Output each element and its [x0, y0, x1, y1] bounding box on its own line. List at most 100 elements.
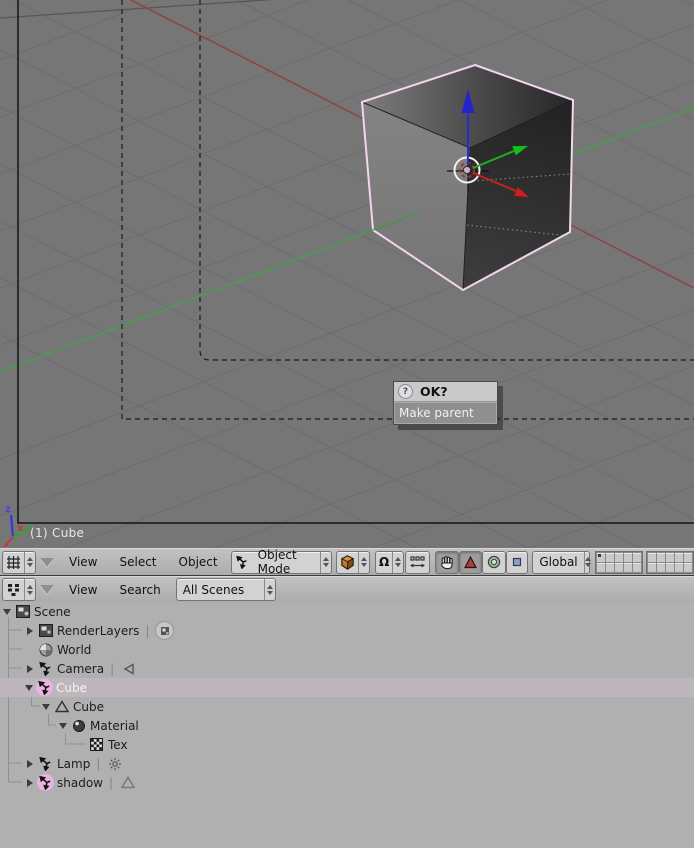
layer-7[interactable]	[656, 552, 665, 562]
layer-11[interactable]	[596, 562, 605, 572]
header-collapse-icon[interactable]	[40, 557, 54, 567]
layer-12[interactable]	[605, 562, 614, 572]
camera-data-icon	[120, 660, 137, 677]
blender-window: z x (1) Cube ? OK? Make parent View Sele…	[0, 0, 694, 848]
layer-18[interactable]	[665, 562, 674, 572]
3d-viewport[interactable]: z x (1) Cube ? OK? Make parent	[0, 0, 694, 548]
outliner-menu-view[interactable]: View	[63, 583, 103, 597]
layer-3[interactable]	[614, 552, 623, 562]
outliner-row-camera[interactable]: Camera |	[0, 659, 694, 678]
manipulator-translate-button[interactable]	[458, 550, 482, 574]
solid-drawtype-icon	[337, 552, 358, 573]
mode-dropdown[interactable]: Object Mode	[230, 548, 332, 576]
mesh-data-icon	[119, 774, 136, 791]
expander-right-icon[interactable]	[27, 778, 33, 787]
expander-right-icon[interactable]	[27, 626, 33, 635]
scenes-dropdown-value: All Scenes	[182, 582, 245, 597]
outliner-row-lamp[interactable]: Lamp |	[0, 754, 694, 773]
layer-2[interactable]	[605, 552, 614, 562]
menu-object[interactable]: Object	[173, 555, 224, 569]
popup-header: ? OK?	[394, 382, 497, 402]
menu-view[interactable]: View	[63, 555, 103, 569]
expander-down-icon[interactable]	[3, 608, 11, 615]
grid-lines	[0, 0, 694, 548]
expander-down-icon[interactable]	[59, 722, 67, 729]
manipulator-toggle-button[interactable]	[434, 550, 459, 574]
texture-icon	[88, 736, 105, 753]
layer-5[interactable]	[632, 552, 641, 562]
outliner-row-tex[interactable]: Tex	[0, 735, 694, 754]
layer-16[interactable]	[647, 562, 656, 572]
render-result-badge	[155, 621, 175, 640]
popup-title: OK?	[420, 384, 448, 399]
make-parent-menu-item[interactable]: Make parent	[394, 402, 497, 424]
layer-14[interactable]	[623, 562, 632, 572]
outliner-panel[interactable]: Scene RenderLayers | World Camera | Cube…	[0, 602, 694, 848]
hand-icon	[436, 552, 458, 573]
layer-buttons-group-2	[645, 550, 694, 574]
layer-10[interactable]	[683, 552, 692, 562]
viewport-status-text: (1) Cube	[30, 526, 85, 540]
scenes-dropdown-spinner[interactable]	[263, 579, 275, 600]
outliner-row-renderlayers[interactable]: RenderLayers |	[0, 621, 694, 640]
menu-select[interactable]: Select	[113, 555, 162, 569]
object-icon	[37, 755, 54, 772]
layer-20[interactable]	[683, 562, 692, 572]
3d-view-editor-icon	[3, 552, 24, 573]
layer-19[interactable]	[674, 562, 683, 572]
row-label: RenderLayers	[57, 623, 140, 638]
editor-type-button[interactable]	[2, 550, 36, 574]
outliner-editor-spinner[interactable]	[24, 579, 35, 600]
outliner-collapse-icon[interactable]	[40, 585, 54, 594]
separator: |	[110, 661, 115, 676]
layer-6[interactable]	[647, 552, 656, 562]
scenes-dropdown[interactable]: All Scenes	[175, 578, 276, 601]
outliner-row-cube-mesh[interactable]: Cube	[0, 697, 694, 716]
separator: |	[108, 775, 114, 790]
row-label: Lamp	[57, 756, 91, 771]
layer-1[interactable]	[596, 552, 605, 562]
layer-9[interactable]	[674, 552, 683, 562]
outliner-row-scene[interactable]: Scene	[0, 602, 694, 621]
outliner-editor-icon	[3, 579, 24, 600]
expander-right-icon[interactable]	[27, 759, 33, 768]
axis-x-label: x	[17, 523, 24, 534]
outliner-menu-search[interactable]: Search	[113, 583, 166, 597]
layer-4[interactable]	[623, 552, 632, 562]
orientation-dropdown[interactable]: Global	[532, 550, 591, 574]
row-label: Cube	[73, 699, 104, 714]
outliner-row-cube[interactable]: Cube	[0, 678, 694, 697]
align-transform-button[interactable]	[405, 550, 431, 574]
outliner-row-shadow[interactable]: shadow |	[0, 773, 694, 792]
layer-17[interactable]	[656, 562, 665, 572]
pivot-median-icon: Ω	[379, 555, 390, 569]
pivot-point-button[interactable]: Ω	[375, 550, 405, 574]
question-icon: ?	[398, 384, 413, 399]
pivot-spinner[interactable]	[392, 551, 403, 573]
row-label: shadow	[57, 775, 103, 790]
axis-z-label: z	[5, 504, 11, 515]
confirm-popup: ? OK? Make parent	[393, 381, 498, 425]
layer-15[interactable]	[632, 562, 641, 572]
orientation-spinner[interactable]	[583, 551, 591, 573]
row-label: World	[57, 642, 92, 657]
manipulator-rotate-button[interactable]	[481, 550, 506, 574]
manipulator-scale-button[interactable]	[505, 550, 528, 574]
draw-type-button[interactable]	[336, 550, 371, 574]
layer-8[interactable]	[665, 552, 674, 562]
outliner-row-world[interactable]: World	[0, 640, 694, 659]
outliner-row-material[interactable]: Material	[0, 716, 694, 735]
orientation-dropdown-value: Global	[539, 555, 578, 569]
expander-right-icon[interactable]	[27, 664, 33, 673]
separator: |	[145, 623, 150, 638]
expander-down-icon[interactable]	[25, 684, 33, 691]
mode-dropdown-spinner[interactable]	[319, 551, 331, 573]
outliner-editor-type-button[interactable]	[2, 578, 36, 601]
material-icon	[70, 717, 87, 734]
layer-13[interactable]	[614, 562, 623, 572]
editor-type-spinner[interactable]	[24, 551, 35, 573]
row-label: Tex	[108, 737, 128, 752]
draw-type-spinner[interactable]	[358, 551, 369, 573]
object-icon-selected	[37, 774, 54, 791]
expander-down-icon[interactable]	[42, 703, 50, 710]
